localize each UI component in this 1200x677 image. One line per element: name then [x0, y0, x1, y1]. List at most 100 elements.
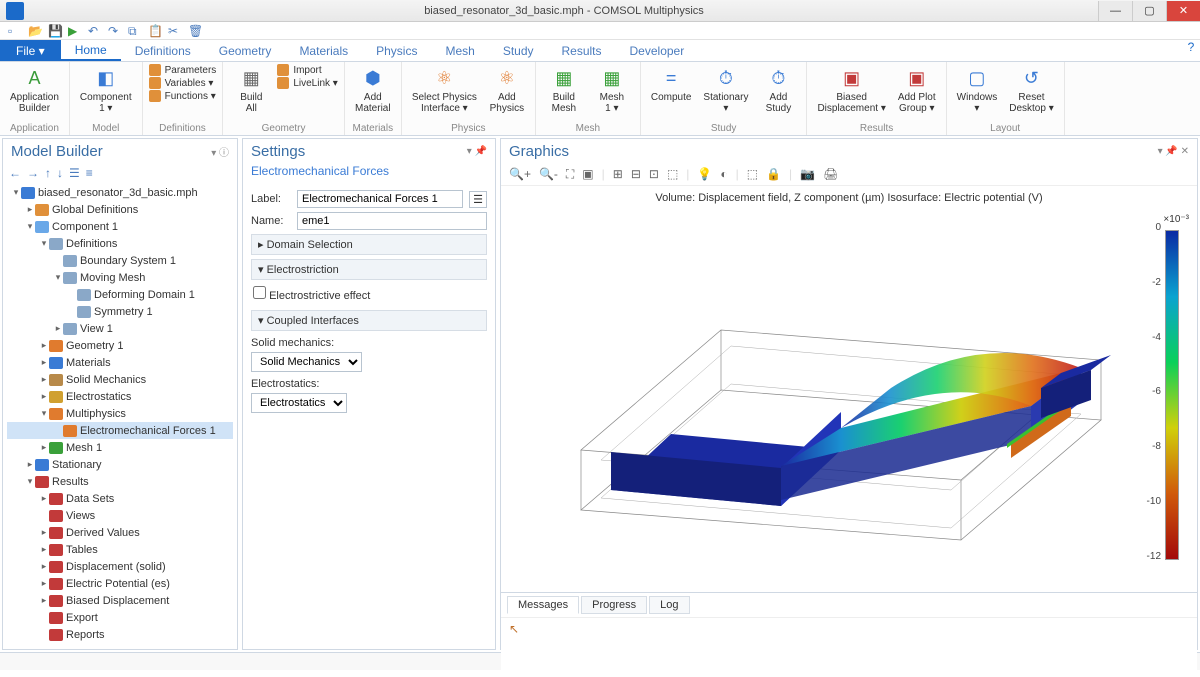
tree-biased-displacement[interactable]: ▸Biased Displacement — [7, 592, 233, 609]
ribbon-functions-[interactable]: Functions ▾ — [149, 90, 217, 102]
tree-derived-values[interactable]: ▸Derived Values — [7, 524, 233, 541]
lock-icon[interactable]: 🔒 — [766, 167, 781, 182]
tab-results[interactable]: Results — [548, 40, 616, 61]
ribbon-import[interactable]: Import — [277, 64, 338, 76]
tab-materials[interactable]: Materials — [285, 40, 362, 61]
ribbon-stationary-[interactable]: ⏱Stationary▾ — [699, 64, 752, 116]
ribbon-build-all[interactable]: ▦BuildAll — [229, 64, 273, 116]
ribbon-biased-displacement-[interactable]: ▣BiasedDisplacement ▾ — [813, 64, 889, 116]
copy-icon[interactable]: ⧉ — [128, 24, 142, 38]
cut-icon[interactable]: ✂ — [168, 24, 182, 38]
solid-mechanics-select[interactable]: Solid Mechanics — [251, 352, 362, 372]
bottom-tab-log[interactable]: Log — [649, 596, 689, 614]
select-icon[interactable]: ⬚ — [747, 167, 758, 182]
help-button[interactable]: ? — [1182, 40, 1200, 61]
transparency-icon[interactable]: ◐ — [720, 167, 727, 182]
tree-electrostatics[interactable]: ▸Electrostatics — [7, 388, 233, 405]
tree-symmetry-1[interactable]: Symmetry 1 — [7, 303, 233, 320]
tree-view-1[interactable]: ▸View 1 — [7, 320, 233, 337]
file-menu-button[interactable]: File ▾ — [0, 40, 61, 61]
maximize-button[interactable]: ▢ — [1132, 1, 1166, 21]
new-icon[interactable]: ▫ — [8, 24, 22, 38]
tree-definitions[interactable]: ▾Definitions — [7, 235, 233, 252]
tree-displacement-solid-[interactable]: ▸Displacement (solid) — [7, 558, 233, 575]
tree-reports[interactable]: Reports — [7, 626, 233, 643]
coupled-interfaces-section[interactable]: ▾ Coupled Interfaces — [251, 310, 487, 331]
ribbon-livelink-[interactable]: LiveLink ▾ — [277, 77, 338, 89]
nav-back-icon[interactable]: ← — [9, 166, 21, 180]
tree-views[interactable]: Views — [7, 507, 233, 524]
tab-developer[interactable]: Developer — [616, 40, 699, 61]
tab-study[interactable]: Study — [489, 40, 548, 61]
tree-electric-potential-es-[interactable]: ▸Electric Potential (es) — [7, 575, 233, 592]
electrostrictive-checkbox-label[interactable]: Electrostrictive effect — [253, 290, 370, 302]
bottom-tab-messages[interactable]: Messages — [507, 596, 579, 614]
label-input[interactable] — [297, 190, 463, 208]
print-icon[interactable]: 🖨 — [823, 167, 838, 182]
collapse-icon[interactable]: ☰ — [69, 166, 80, 180]
label-options-icon[interactable]: ☰ — [469, 191, 487, 208]
tree-deforming-domain-1[interactable]: Deforming Domain 1 — [7, 286, 233, 303]
yz-view-icon[interactable]: ⊟ — [631, 167, 641, 182]
tree-stationary[interactable]: ▸Stationary — [7, 456, 233, 473]
ribbon-add-physics[interactable]: ⚛AddPhysics — [485, 64, 529, 116]
zoom-in-icon[interactable]: 🔍+ — [509, 167, 531, 182]
tree-electromechanical-forces-1[interactable]: Electromechanical Forces 1 — [7, 422, 233, 439]
xz-view-icon[interactable]: ⊡ — [649, 167, 659, 182]
model-tree[interactable]: ▾biased_resonator_3d_basic.mph▸Global De… — [3, 182, 237, 649]
electrostrictive-checkbox[interactable] — [253, 286, 266, 299]
ribbon-add-plot-group-[interactable]: ▣Add PlotGroup ▾ — [894, 64, 940, 116]
tree-biased-resonator-3d-basic-mph[interactable]: ▾biased_resonator_3d_basic.mph — [7, 184, 233, 201]
tree-boundary-system-1[interactable]: Boundary System 1 — [7, 252, 233, 269]
run-icon[interactable]: ▶ — [68, 24, 82, 38]
expand-icon[interactable]: ≡ — [86, 166, 93, 180]
nav-down-icon[interactable]: ↓ — [57, 166, 63, 180]
close-button[interactable]: ✕ — [1166, 1, 1200, 21]
zoom-extents-icon[interactable]: ⛶ — [566, 167, 574, 182]
nav-up-icon[interactable]: ↑ — [45, 166, 51, 180]
tree-solid-mechanics[interactable]: ▸Solid Mechanics — [7, 371, 233, 388]
tree-results[interactable]: ▾Results — [7, 473, 233, 490]
3d-viewport[interactable]: ×10⁻³ 0-2-4-6-8-10-12 — [501, 210, 1197, 590]
open-icon[interactable]: 📂 — [28, 24, 42, 38]
ribbon-application-builder[interactable]: AApplicationBuilder — [6, 64, 63, 116]
tree-geometry-1[interactable]: ▸Geometry 1 — [7, 337, 233, 354]
tab-physics[interactable]: Physics — [362, 40, 431, 61]
ribbon-add-study[interactable]: ⏱AddStudy — [756, 64, 800, 116]
ribbon-compute[interactable]: =Compute — [647, 64, 696, 105]
tree-component-1[interactable]: ▾Component 1 — [7, 218, 233, 235]
ribbon-build-mesh[interactable]: ▦BuildMesh — [542, 64, 586, 116]
nav-fwd-icon[interactable]: → — [27, 166, 39, 180]
paste-icon[interactable]: 📋 — [148, 24, 162, 38]
save-icon[interactable]: 💾 — [48, 24, 62, 38]
zoom-out-icon[interactable]: 🔍- — [539, 167, 558, 182]
electrostriction-section[interactable]: ▾ Electrostriction — [251, 259, 487, 280]
delete-icon[interactable]: 🗑 — [188, 24, 202, 38]
ribbon-component-1-[interactable]: ◧Component1 ▾ — [76, 64, 136, 116]
tree-materials[interactable]: ▸Materials — [7, 354, 233, 371]
minimize-button[interactable]: — — [1098, 1, 1132, 21]
tree-global-definitions[interactable]: ▸Global Definitions — [7, 201, 233, 218]
snapshot-icon[interactable]: 📷 — [800, 167, 815, 182]
domain-selection-section[interactable]: ▸ Domain Selection — [251, 234, 487, 255]
default-view-icon[interactable]: ⬚ — [667, 167, 678, 182]
bottom-tab-progress[interactable]: Progress — [581, 596, 647, 614]
xy-view-icon[interactable]: ⊞ — [613, 167, 623, 182]
scene-light-icon[interactable]: 💡 — [697, 167, 712, 182]
undo-icon[interactable]: ↶ — [88, 24, 102, 38]
tab-definitions[interactable]: Definitions — [121, 40, 205, 61]
ribbon-windows-[interactable]: ▢Windows▾ — [953, 64, 1002, 116]
tree-export[interactable]: Export — [7, 609, 233, 626]
tree-moving-mesh[interactable]: ▾Moving Mesh — [7, 269, 233, 286]
ribbon-mesh-1-[interactable]: ▦Mesh1 ▾ — [590, 64, 634, 116]
redo-icon[interactable]: ↷ — [108, 24, 122, 38]
ribbon-select-physics-interface-[interactable]: ⚛Select PhysicsInterface ▾ — [408, 64, 481, 116]
ribbon-add-material[interactable]: ⬢AddMaterial — [351, 64, 395, 116]
tab-geometry[interactable]: Geometry — [205, 40, 286, 61]
tree-tables[interactable]: ▸Tables — [7, 541, 233, 558]
tab-home[interactable]: Home — [61, 40, 121, 61]
tab-mesh[interactable]: Mesh — [431, 40, 488, 61]
ribbon-parameters[interactable]: Parameters — [149, 64, 217, 76]
name-input[interactable] — [297, 212, 487, 230]
zoom-box-icon[interactable]: ▣ — [582, 167, 593, 182]
